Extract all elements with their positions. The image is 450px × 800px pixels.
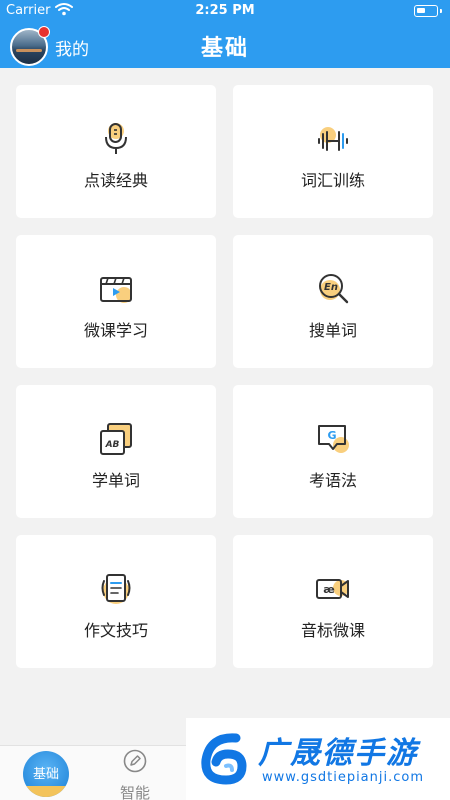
tab-smart-label: 智能 (119, 784, 150, 800)
video-camera-icon: æ (315, 571, 351, 607)
dumbbell-icon (315, 121, 351, 157)
status-bar: Carrier 2:25 PM (0, 0, 450, 22)
tab-basics[interactable]: 基础 (23, 751, 69, 797)
card-label: 微课学习 (83, 321, 148, 340)
tab-smart[interactable]: 智能 (110, 749, 160, 800)
video-player-icon (98, 271, 134, 307)
card-search-word[interactable]: En 搜单词 (233, 235, 433, 368)
search-icon-text: En (324, 282, 338, 293)
card-phonetics-lesson[interactable]: æ 音标微课 (233, 535, 433, 668)
nav-bar: 我的 基础 (0, 22, 450, 68)
card-label: 搜单词 (308, 321, 357, 340)
card-label: 学单词 (91, 471, 140, 490)
status-time: 2:25 PM (195, 3, 255, 18)
watermark: 广晟德手游 www.gsdtiepianji.com (186, 718, 450, 800)
watermark-title: 广晟德手游 (258, 736, 418, 771)
microphone-icon (98, 121, 134, 157)
pencil-icon (123, 749, 147, 773)
phonetic-icon-text: æ (323, 583, 335, 596)
document-icon (98, 571, 134, 607)
card-label: 考语法 (308, 471, 357, 490)
card-vocab-training[interactable]: 词汇训练 (233, 85, 433, 218)
card-label: 点读经典 (83, 171, 148, 190)
card-grammar-test[interactable]: G 考语法 (233, 385, 433, 518)
search-en-icon: En (315, 271, 351, 307)
card-learn-words[interactable]: AB 学单词 (16, 385, 216, 518)
card-micro-lesson[interactable]: 微课学习 (16, 235, 216, 368)
card-label: 作文技巧 (83, 621, 148, 640)
battery-icon (414, 5, 442, 17)
grammar-icon-text: G (327, 429, 336, 442)
ab-flashcards-icon: AB (98, 421, 134, 457)
page-title: 基础 (200, 36, 249, 61)
flashcard-icon-text: AB (105, 440, 120, 450)
header: Carrier 2:25 PM 我的 基础 (0, 0, 450, 68)
card-label: 音标微课 (300, 621, 365, 640)
watermark-logo-icon (196, 730, 248, 786)
tab-basics-label: 基础 (32, 767, 59, 782)
grammar-chat-icon: G (315, 421, 351, 457)
watermark-url: www.gsdtiepianji.com (262, 770, 425, 785)
card-label: 词汇训练 (300, 171, 365, 190)
card-writing-tips[interactable]: 作文技巧 (16, 535, 216, 668)
card-classic-reading[interactable]: 点读经典 (16, 85, 216, 218)
